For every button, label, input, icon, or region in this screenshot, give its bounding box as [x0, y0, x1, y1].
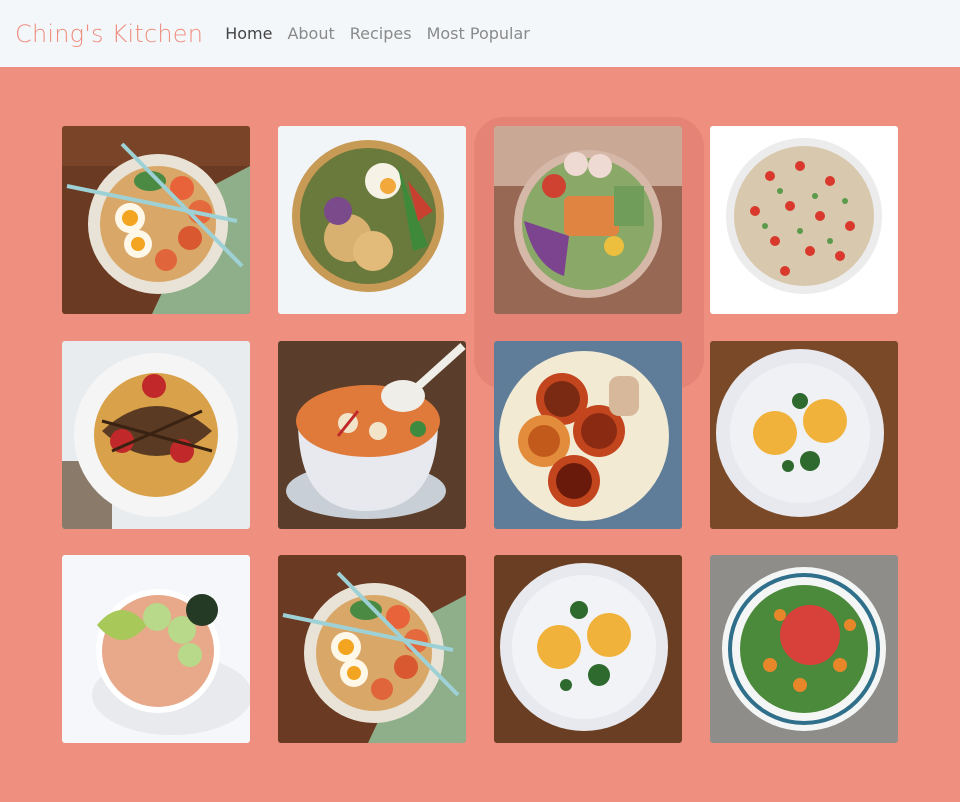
gallery-item-eggs-benedict[interactable]	[710, 341, 898, 529]
chocolate-strawberry-waffle-photo	[62, 341, 250, 529]
grilled-peaches-photo	[494, 341, 682, 529]
salmon-poke-bowl-photo	[494, 126, 682, 314]
nav-links: Home About Recipes Most Popular	[225, 24, 530, 43]
nav-recipes[interactable]: Recipes	[350, 24, 412, 43]
gallery-item-chicken-bowl[interactable]	[278, 126, 466, 314]
tomato-quinoa-salad-photo	[710, 126, 898, 314]
gallery-item-eggs-benedict-2[interactable]	[494, 555, 682, 743]
veggie-salad-bowl-photo	[710, 555, 898, 743]
gallery-item-poke-avocado[interactable]	[62, 555, 250, 743]
gallery-item-ramen[interactable]	[62, 126, 250, 314]
ramen-bowl-photo	[278, 555, 466, 743]
ramen-bowl-photo	[62, 126, 250, 314]
tom-yum-soup-photo	[278, 341, 466, 529]
food-gallery	[0, 67, 960, 802]
nav-about[interactable]: About	[287, 24, 334, 43]
gallery-item-quinoa-salad[interactable]	[710, 126, 898, 314]
nav-home[interactable]: Home	[225, 24, 272, 43]
nav-most-popular[interactable]: Most Popular	[427, 24, 530, 43]
crispy-chicken-bowl-photo	[278, 126, 466, 314]
gallery-item-grilled-peaches[interactable]	[494, 341, 682, 529]
eggs-benedict-photo	[710, 341, 898, 529]
navbar: Ching's Kitchen Home About Recipes Most …	[0, 0, 960, 67]
gallery-item-veggie-salad[interactable]	[710, 555, 898, 743]
eggs-benedict-photo	[494, 555, 682, 743]
gallery-item-salmon-bowl[interactable]	[494, 126, 682, 314]
gallery-item-ramen-2[interactable]	[278, 555, 466, 743]
poke-avocado-bowl-photo	[62, 555, 250, 743]
gallery-item-tom-yum[interactable]	[278, 341, 466, 529]
brand-logo[interactable]: Ching's Kitchen	[15, 20, 203, 48]
gallery-item-waffle[interactable]	[62, 341, 250, 529]
